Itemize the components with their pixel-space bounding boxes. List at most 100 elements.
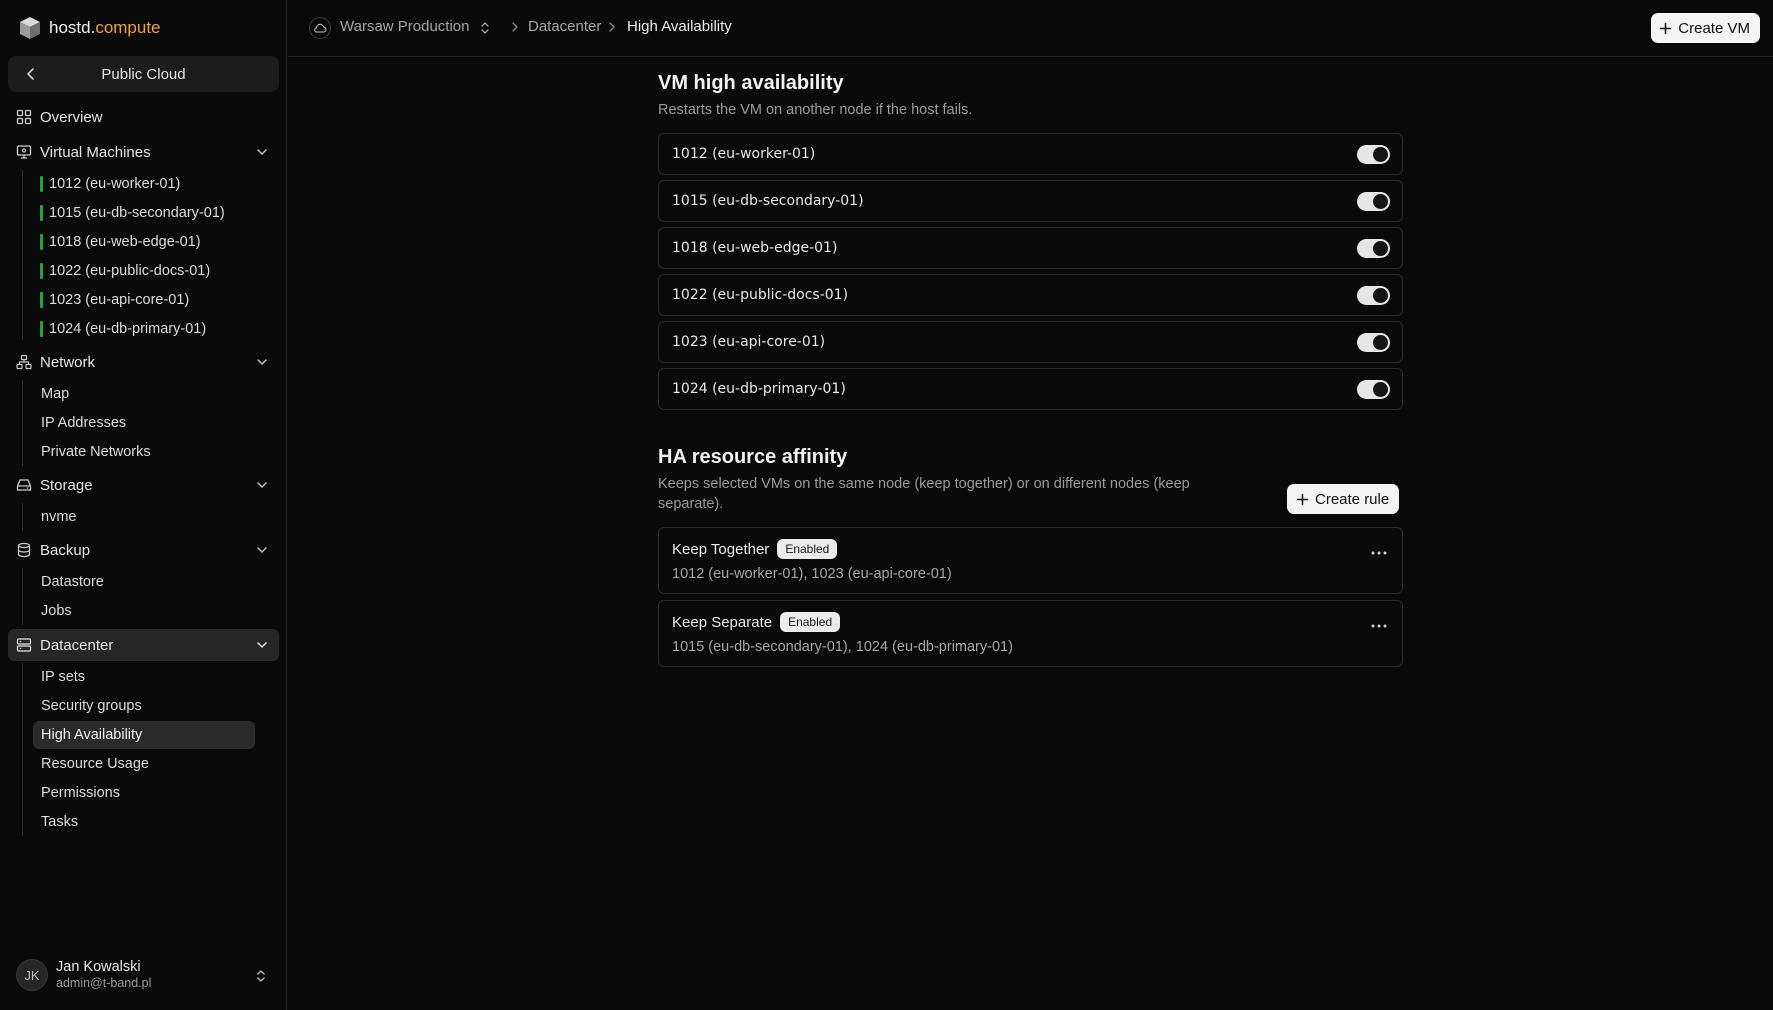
sidebar-item-ip-addresses[interactable]: IP Addresses	[33, 409, 126, 437]
project-selector[interactable]: Warsaw Production	[340, 18, 470, 35]
rule-name: Keep Separate	[672, 613, 773, 631]
more-horizontal-icon[interactable]	[1370, 623, 1388, 629]
affinity-rule-card[interactable]: Keep Together Enabled 1012 (eu-worker-01…	[658, 527, 1403, 594]
tree-line	[22, 170, 23, 340]
sidebar-vm-item[interactable]: 1024 (eu-db-primary-01)	[40, 315, 206, 343]
ha-vm-label: 1024 (eu-db-primary-01)	[672, 381, 846, 397]
toggle-knob	[1373, 335, 1388, 350]
brand-name: hostd.compute	[49, 18, 161, 37]
ha-section-title: VM high availability	[658, 72, 844, 94]
create-vm-button[interactable]: Create VM	[1651, 13, 1760, 43]
create-vm-label: Create VM	[1678, 19, 1750, 37]
sidebar-item-map[interactable]: Map	[33, 380, 69, 408]
hard-drive-icon	[16, 479, 32, 491]
sidebar-item-tasks[interactable]: Tasks	[33, 808, 78, 836]
sidebar-item-overview[interactable]: Overview	[8, 101, 279, 133]
tree-line	[22, 568, 23, 625]
create-rule-button[interactable]: Create rule	[1287, 484, 1400, 514]
database-icon	[17, 542, 31, 558]
sidebar-item-label: Network	[40, 353, 96, 371]
running-status-bar	[40, 292, 43, 308]
ha-toggle[interactable]	[1357, 192, 1390, 211]
sidebar-item-label: Storage	[40, 476, 93, 494]
affinity-description-line: separate).	[658, 496, 724, 512]
brand-logo[interactable]: hostd.compute	[18, 15, 161, 41]
ha-vm-row: 1018 (eu-web-edge-01)	[658, 227, 1403, 269]
sidebar-item-private-networks[interactable]: Private Networks	[33, 438, 151, 466]
sidebar-item-network[interactable]: Network	[8, 346, 279, 378]
ha-vm-label: 1012 (eu-worker-01)	[672, 146, 816, 162]
rule-vm-list: 1015 (eu-db-secondary-01), 1024 (eu-db-p…	[672, 639, 1013, 655]
breadcrumb-datacenter[interactable]: Datacenter	[528, 18, 601, 35]
sidebar-vm-item[interactable]: 1012 (eu-worker-01)	[40, 170, 180, 198]
ha-toggle[interactable]	[1357, 239, 1390, 258]
ha-section-description: Restarts the VM on another node if the h…	[658, 102, 973, 118]
ha-vm-label: 1023 (eu-api-core-01)	[672, 334, 826, 350]
ha-vm-label: 1015 (eu-db-secondary-01)	[672, 193, 864, 209]
plus-icon	[1660, 22, 1672, 34]
network-icon	[16, 354, 32, 370]
sidebar-item-security-groups[interactable]: Security groups	[33, 692, 142, 720]
cloud-switch-button[interactable]: Public Cloud	[8, 56, 279, 92]
toggle-knob	[1373, 288, 1388, 303]
plus-icon	[1296, 493, 1309, 505]
user-menu[interactable]: JK Jan Kowalski admin@t-band.pl	[16, 959, 276, 991]
grid-icon	[16, 109, 32, 125]
affinity-description-line: Keeps selected VMs on the same node (kee…	[658, 476, 1190, 492]
sidebar-item-permissions[interactable]: Permissions	[33, 779, 120, 807]
chevrons-up-down-icon[interactable]	[479, 20, 491, 36]
sidebar-item-label: Backup	[40, 541, 91, 559]
chevron-down-icon	[257, 149, 267, 156]
sidebar-item-datacenter[interactable]: Datacenter	[8, 629, 279, 661]
sidebar-vm-item[interactable]: 1022 (eu-public-docs-01)	[40, 257, 210, 285]
avatar: JK	[16, 959, 48, 991]
running-status-bar	[40, 176, 43, 192]
ha-toggle[interactable]	[1357, 145, 1390, 164]
ha-vm-row: 1012 (eu-worker-01)	[658, 133, 1403, 175]
breadcrumb-current: High Availability	[627, 18, 732, 35]
rule-vm-list: 1012 (eu-worker-01), 1023 (eu-api-core-0…	[672, 566, 952, 582]
ha-toggle[interactable]	[1357, 286, 1390, 305]
sidebar-vm-item[interactable]: 1018 (eu-web-edge-01)	[40, 228, 201, 256]
chevron-down-icon	[257, 482, 267, 489]
sidebar-item-datastore[interactable]: Datastore	[33, 568, 104, 596]
sidebar-item-storage[interactable]: Storage	[8, 469, 279, 501]
sidebar-item-label: Overview	[40, 108, 103, 126]
vm-label: 1023 (eu-api-core-01)	[49, 292, 190, 308]
sidebar-item-high-availability[interactable]: High Availability	[33, 721, 255, 749]
cube-logo-icon	[20, 17, 40, 39]
sidebar-item-backup[interactable]: Backup	[8, 534, 279, 566]
affinity-rule-card[interactable]: Keep Separate Enabled 1015 (eu-db-second…	[658, 600, 1403, 667]
ha-vm-label: 1022 (eu-public-docs-01)	[672, 287, 849, 303]
ha-toggle[interactable]	[1357, 380, 1390, 399]
vm-label: 1024 (eu-db-primary-01)	[49, 321, 207, 337]
more-horizontal-icon[interactable]	[1370, 550, 1388, 556]
user-name: Jan Kowalski	[56, 959, 141, 975]
sidebar-item-resource-usage[interactable]: Resource Usage	[33, 750, 149, 778]
sidebar-item-virtual-machines[interactable]: Virtual Machines	[8, 136, 279, 168]
sidebar-item-ip-sets[interactable]: IP sets	[33, 663, 85, 691]
sidebar-item-nvme[interactable]: nvme	[33, 503, 76, 531]
chevron-down-icon	[257, 547, 267, 554]
ha-toggle[interactable]	[1357, 333, 1390, 352]
sidebar-vm-item[interactable]: 1023 (eu-api-core-01)	[40, 286, 189, 314]
chevron-left-icon	[27, 68, 34, 80]
status-badge: Enabled	[780, 612, 841, 632]
running-status-bar	[40, 263, 43, 279]
ha-vm-row: 1015 (eu-db-secondary-01)	[658, 180, 1403, 222]
toggle-knob	[1373, 147, 1388, 162]
vm-label: 1018 (eu-web-edge-01)	[49, 234, 201, 250]
chevrons-up-down-icon	[257, 970, 265, 982]
ha-vm-row: 1023 (eu-api-core-01)	[658, 321, 1403, 363]
vm-label: 1015 (eu-db-secondary-01)	[49, 205, 225, 221]
toggle-knob	[1373, 241, 1388, 256]
sidebar-item-jobs[interactable]: Jobs	[33, 597, 72, 625]
chevron-down-icon	[257, 642, 267, 649]
tree-line	[22, 380, 23, 466]
top-header: Warsaw Production Datacenter High Availa…	[288, 0, 1773, 57]
sidebar: hostd.compute Public Cloud Overview Virt…	[0, 0, 287, 1010]
tree-line	[22, 663, 23, 836]
sidebar-item-label: Virtual Machines	[40, 143, 151, 161]
sidebar-vm-item[interactable]: 1015 (eu-db-secondary-01)	[40, 199, 225, 227]
rule-name: Keep Together	[672, 540, 770, 558]
